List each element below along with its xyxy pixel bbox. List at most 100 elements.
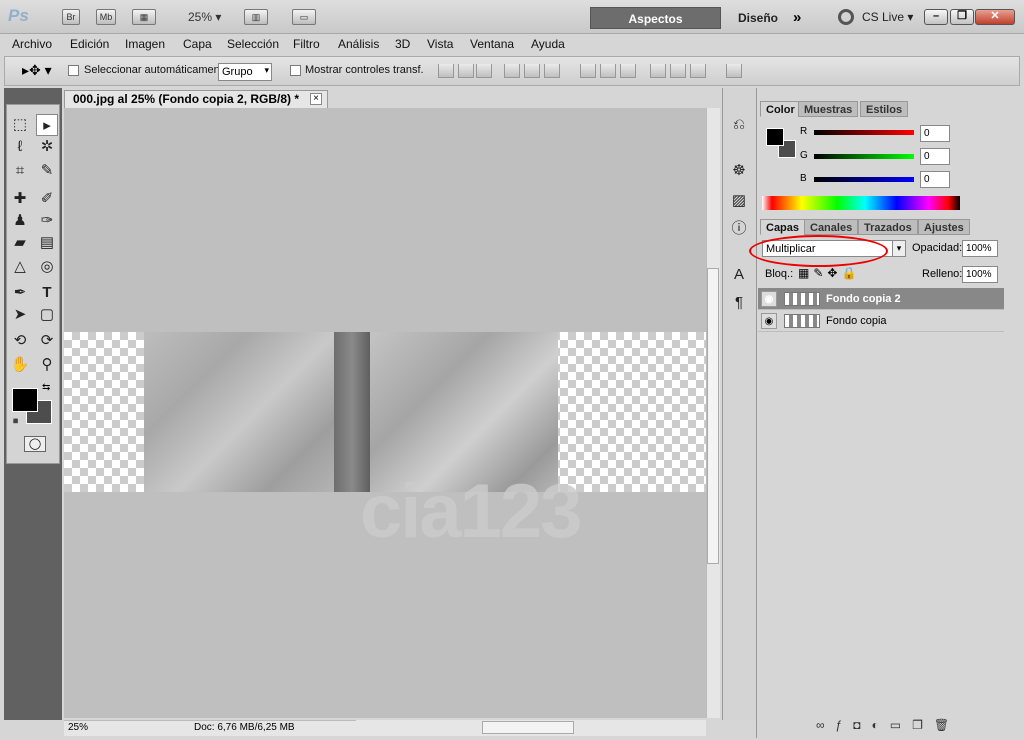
green-slider[interactable] xyxy=(814,154,914,159)
lasso-tool-icon[interactable]: ℓ xyxy=(9,136,31,158)
healing-brush-tool-icon[interactable]: ✚ xyxy=(9,188,31,210)
menu-edicion[interactable]: Edición xyxy=(70,37,109,51)
restore-button[interactable]: ❐ xyxy=(950,9,974,25)
menu-3d[interactable]: 3D xyxy=(395,37,410,51)
tab-styles[interactable]: Estilos xyxy=(860,101,909,117)
character-panel-icon[interactable]: A xyxy=(728,264,750,286)
crop-tool-icon[interactable]: ⌗ xyxy=(9,160,31,182)
fill-input[interactable]: 100% xyxy=(962,266,998,283)
red-value-input[interactable]: 0 xyxy=(920,125,950,142)
lock-icons[interactable]: ▦✎✥🔒 xyxy=(798,266,860,280)
menu-analisis[interactable]: Análisis xyxy=(338,37,379,51)
tab-color[interactable]: Color xyxy=(760,101,801,117)
opacity-input[interactable]: 100% xyxy=(962,240,998,257)
type-tool-icon[interactable]: T xyxy=(36,282,58,304)
align-right-icon[interactable] xyxy=(544,64,560,78)
history-brush-tool-icon[interactable]: ✑ xyxy=(36,210,58,232)
distribute-right-icon[interactable] xyxy=(690,64,706,78)
menu-vista[interactable]: Vista xyxy=(427,37,453,51)
default-colors-icon[interactable]: ◾ xyxy=(10,416,21,427)
vertical-scroll-thumb[interactable] xyxy=(707,268,719,564)
distribute-bottom-icon[interactable] xyxy=(620,64,636,78)
transform-controls-checkbox[interactable] xyxy=(290,65,301,76)
foreground-color-swatch[interactable] xyxy=(12,388,38,412)
minimize-button[interactable]: – xyxy=(924,9,948,25)
zoom-tool-icon[interactable]: ⚲ xyxy=(36,354,58,376)
distribute-vcenter-icon[interactable] xyxy=(600,64,616,78)
autoselect-target-select[interactable]: Grupo ▾ xyxy=(218,63,272,81)
color-foreground-swatch[interactable] xyxy=(766,128,784,146)
horizontal-scroll-thumb[interactable] xyxy=(482,721,574,734)
navigator-panel-icon[interactable]: ☸ xyxy=(728,160,750,182)
layers-footer-icons[interactable]: ∞ƒ◘◐▭❐🗑 xyxy=(816,718,960,732)
swap-colors-icon[interactable]: ⇆ xyxy=(42,382,50,393)
layer-row-selected[interactable]: ◉ Fondo copia 2 xyxy=(758,288,1004,310)
tab-layers[interactable]: Capas xyxy=(760,219,806,235)
tab-channels[interactable]: Canales xyxy=(804,219,859,235)
blue-value-input[interactable]: 0 xyxy=(920,171,950,188)
more-workspaces-icon[interactable]: » xyxy=(793,9,801,26)
histogram-panel-icon[interactable]: ▨ xyxy=(728,190,750,212)
eraser-tool-icon[interactable]: ▰ xyxy=(9,232,31,254)
eyedropper-tool-icon[interactable]: ✎ xyxy=(36,160,58,182)
document-tab[interactable]: 000.jpg al 25% (Fondo copia 2, RGB/8) * xyxy=(64,90,328,108)
dodge-tool-icon[interactable]: ◎ xyxy=(36,256,58,278)
clone-stamp-tool-icon[interactable]: ♟ xyxy=(9,210,31,232)
shape-tool-icon[interactable]: ▢ xyxy=(36,304,58,326)
cs-live-menu[interactable]: CS Live ▾ xyxy=(862,10,913,24)
distribute-hcenter-icon[interactable] xyxy=(670,64,686,78)
color-spectrum-bar[interactable] xyxy=(762,196,960,210)
tab-swatches[interactable]: Muestras xyxy=(798,101,859,117)
align-top-icon[interactable] xyxy=(438,64,454,78)
align-bottom-icon[interactable] xyxy=(476,64,492,78)
blur-tool-icon[interactable]: △ xyxy=(9,256,31,278)
brush-tool-icon[interactable]: ✐ xyxy=(36,188,58,210)
gradient-tool-icon[interactable]: ▤ xyxy=(36,232,58,254)
zoom-level-select[interactable]: 25% ▾ xyxy=(188,10,221,24)
distribute-left-icon[interactable] xyxy=(650,64,666,78)
align-vcenter-icon[interactable] xyxy=(458,64,474,78)
marquee-tool-icon[interactable]: ⬚ xyxy=(9,114,31,136)
3d-rotate-tool-icon[interactable]: ⟲ xyxy=(9,330,31,352)
workspace-essentials-button[interactable]: Aspectos esenciales xyxy=(590,7,721,48)
autoselect-checkbox[interactable] xyxy=(68,65,79,76)
history-panel-icon[interactable]: ⎌ xyxy=(728,114,750,136)
close-window-button[interactable]: ✕ xyxy=(975,9,1015,25)
move-tool-preset-icon[interactable]: ▸✥ ▾ xyxy=(22,62,52,79)
menu-capa[interactable]: Capa xyxy=(183,37,212,51)
align-left-icon[interactable] xyxy=(504,64,520,78)
3d-orbit-tool-icon[interactable]: ⟳ xyxy=(36,330,58,352)
menu-filtro[interactable]: Filtro xyxy=(293,37,320,51)
pen-tool-icon[interactable]: ✒ xyxy=(9,282,31,304)
quick-mask-icon[interactable]: ◯ xyxy=(24,436,46,452)
move-tool-icon[interactable]: ▸ xyxy=(36,114,58,136)
distribute-top-icon[interactable] xyxy=(580,64,596,78)
menu-seleccion[interactable]: Selección xyxy=(227,37,279,51)
view-extras-button[interactable]: ▦ xyxy=(132,9,156,25)
bridge-button[interactable]: Br xyxy=(62,9,80,25)
hand-tool-icon[interactable]: ✋ xyxy=(9,354,31,376)
menu-archivo[interactable]: Archivo xyxy=(12,37,52,51)
close-document-icon[interactable]: × xyxy=(310,93,322,105)
menu-ventana[interactable]: Ventana xyxy=(470,37,514,51)
blue-slider[interactable] xyxy=(814,177,914,182)
paragraph-panel-icon[interactable]: ¶ xyxy=(728,292,750,314)
visibility-eye-icon[interactable]: ◉ xyxy=(761,313,777,329)
blend-mode-chevron-icon[interactable]: ▾ xyxy=(892,240,906,257)
arrange-documents-button[interactable]: ▥ xyxy=(244,9,268,25)
info-panel-icon[interactable]: ⓘ xyxy=(728,218,750,240)
tab-paths[interactable]: Trazados xyxy=(858,219,918,235)
screen-mode-button[interactable]: ▭ xyxy=(292,9,316,25)
path-selection-tool-icon[interactable]: ➤ xyxy=(9,304,31,326)
align-hcenter-icon[interactable] xyxy=(524,64,540,78)
status-zoom[interactable]: 25% xyxy=(68,722,88,733)
green-value-input[interactable]: 0 xyxy=(920,148,950,165)
layer-row[interactable]: ◉ Fondo copia xyxy=(758,310,1004,332)
quick-selection-tool-icon[interactable]: ✲ xyxy=(36,136,58,158)
tab-adjustments[interactable]: Ajustes xyxy=(918,219,970,235)
workspace-design-button[interactable]: Diseño xyxy=(730,7,786,29)
menu-imagen[interactable]: Imagen xyxy=(125,37,165,51)
mini-bridge-button[interactable]: Mb xyxy=(96,9,116,25)
red-slider[interactable] xyxy=(814,130,914,135)
auto-align-layers-icon[interactable] xyxy=(726,64,742,78)
